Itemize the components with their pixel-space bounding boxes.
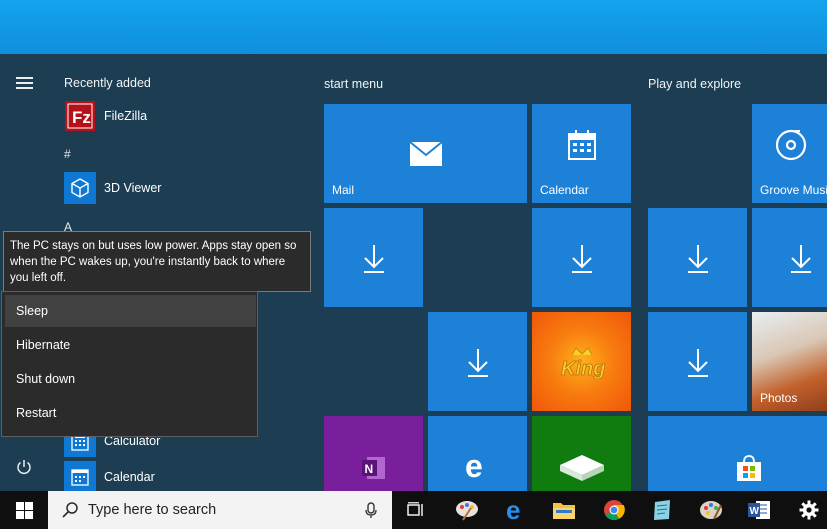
onenote-icon: N: [324, 440, 423, 496]
tile-store[interactable]: [648, 416, 827, 496]
letter-header-hash[interactable]: #: [64, 147, 71, 161]
tile-label: Mail: [332, 183, 355, 197]
desktop-background: [0, 0, 827, 54]
microphone-icon[interactable]: [365, 502, 377, 519]
paint-icon: [456, 501, 478, 521]
filezilla-icon: Fz: [64, 100, 96, 132]
app-filezilla[interactable]: Fz FileZilla: [64, 100, 147, 132]
taskbar: Type here to search e W: [0, 491, 827, 529]
search-icon: [62, 502, 78, 518]
tile-download-placeholder[interactable]: [324, 208, 423, 307]
3d-viewer-icon: [64, 172, 96, 204]
tile-download-placeholder[interactable]: [648, 312, 747, 411]
recently-added-heading: Recently added: [64, 76, 151, 90]
start-button[interactable]: [3, 491, 45, 529]
tile-label: Calendar: [540, 183, 589, 197]
taskbar-app-notes[interactable]: [641, 491, 683, 529]
app-calendar[interactable]: Calendar: [64, 461, 155, 493]
chrome-icon: [604, 500, 625, 521]
taskbar-app-settings[interactable]: [788, 491, 827, 529]
svg-text:e: e: [465, 451, 483, 481]
tile-groove-music[interactable]: Groove Music: [752, 104, 827, 203]
task-view-icon: [407, 502, 423, 516]
hamburger-icon: [15, 74, 33, 92]
tile-group-heading-play-explore[interactable]: Play and explore: [648, 77, 741, 91]
tile-label: Groove Music: [760, 183, 827, 197]
menu-item-sleep[interactable]: Sleep: [5, 295, 256, 327]
app-label: Calendar: [104, 470, 155, 484]
windows-logo-icon: [15, 501, 33, 519]
taskbar-app-file-explorer[interactable]: [543, 491, 585, 529]
xbox-console-icon: [532, 436, 631, 496]
groove-music-icon: [766, 104, 816, 185]
tile-calendar[interactable]: Calendar: [532, 104, 631, 203]
download-icon: [648, 312, 747, 411]
tile-download-placeholder[interactable]: [428, 312, 527, 411]
edge-icon: e: [506, 498, 520, 522]
palette-icon: [700, 501, 722, 520]
calendar-icon: [64, 461, 96, 493]
menu-item-hibernate[interactable]: Hibernate: [5, 329, 256, 361]
taskbar-app-chrome[interactable]: [593, 491, 635, 529]
notepad-icon: [654, 500, 670, 520]
svg-text:W: W: [750, 506, 760, 517]
tile-photos[interactable]: Photos: [752, 312, 827, 411]
mail-icon: [324, 104, 527, 203]
app-label: 3D Viewer: [104, 181, 162, 195]
tile-mail[interactable]: Mail: [324, 104, 527, 203]
king-logo-icon: King: [532, 312, 631, 411]
tile-group-heading-start-menu[interactable]: start menu: [324, 77, 383, 91]
power-menu: Sleep Hibernate Shut down Restart: [1, 291, 258, 437]
edge-icon: e: [428, 436, 527, 496]
app-label: FileZilla: [104, 109, 148, 123]
svg-text:Fz: Fz: [72, 108, 91, 127]
task-view-button[interactable]: [395, 491, 437, 529]
folder-icon: [553, 503, 575, 519]
tile-download-placeholder[interactable]: [752, 208, 827, 307]
sleep-tooltip: The PC stays on but uses low power. Apps…: [3, 231, 311, 292]
download-icon: [789, 208, 813, 307]
svg-text:King: King: [561, 358, 605, 379]
store-bag-icon: [734, 440, 764, 496]
tile-download-placeholder[interactable]: [532, 208, 631, 307]
download-icon: [428, 312, 527, 411]
tile-download-placeholder[interactable]: [648, 208, 747, 307]
taskbar-app-word[interactable]: W: [738, 491, 780, 529]
app-3d-viewer[interactable]: 3D Viewer: [64, 172, 161, 204]
tile-candy-crush[interactable]: King: [532, 312, 631, 411]
tile-xbox[interactable]: [532, 416, 631, 496]
tile-onenote[interactable]: N: [324, 416, 423, 496]
power-button[interactable]: [0, 447, 48, 487]
svg-text:e: e: [506, 498, 520, 522]
download-icon: [648, 208, 747, 307]
tile-edge[interactable]: e: [428, 416, 527, 496]
taskbar-app-edge[interactable]: e: [495, 491, 537, 529]
hamburger-menu-button[interactable]: [0, 63, 48, 103]
download-icon: [324, 208, 423, 307]
taskbar-app-paint[interactable]: [446, 491, 488, 529]
menu-item-shut-down[interactable]: Shut down: [5, 363, 256, 395]
gear-icon: [799, 500, 819, 520]
menu-item-restart[interactable]: Restart: [5, 397, 256, 429]
tile-label: Photos: [760, 391, 798, 405]
taskbar-app-paint-palette[interactable]: [690, 491, 732, 529]
svg-text:N: N: [364, 462, 373, 476]
download-icon: [532, 208, 631, 307]
search-placeholder: Type here to search: [88, 502, 217, 518]
word-icon: W: [748, 501, 770, 519]
calendar-icon: [532, 104, 631, 185]
search-box[interactable]: Type here to search: [48, 491, 392, 529]
power-icon: [17, 460, 31, 475]
